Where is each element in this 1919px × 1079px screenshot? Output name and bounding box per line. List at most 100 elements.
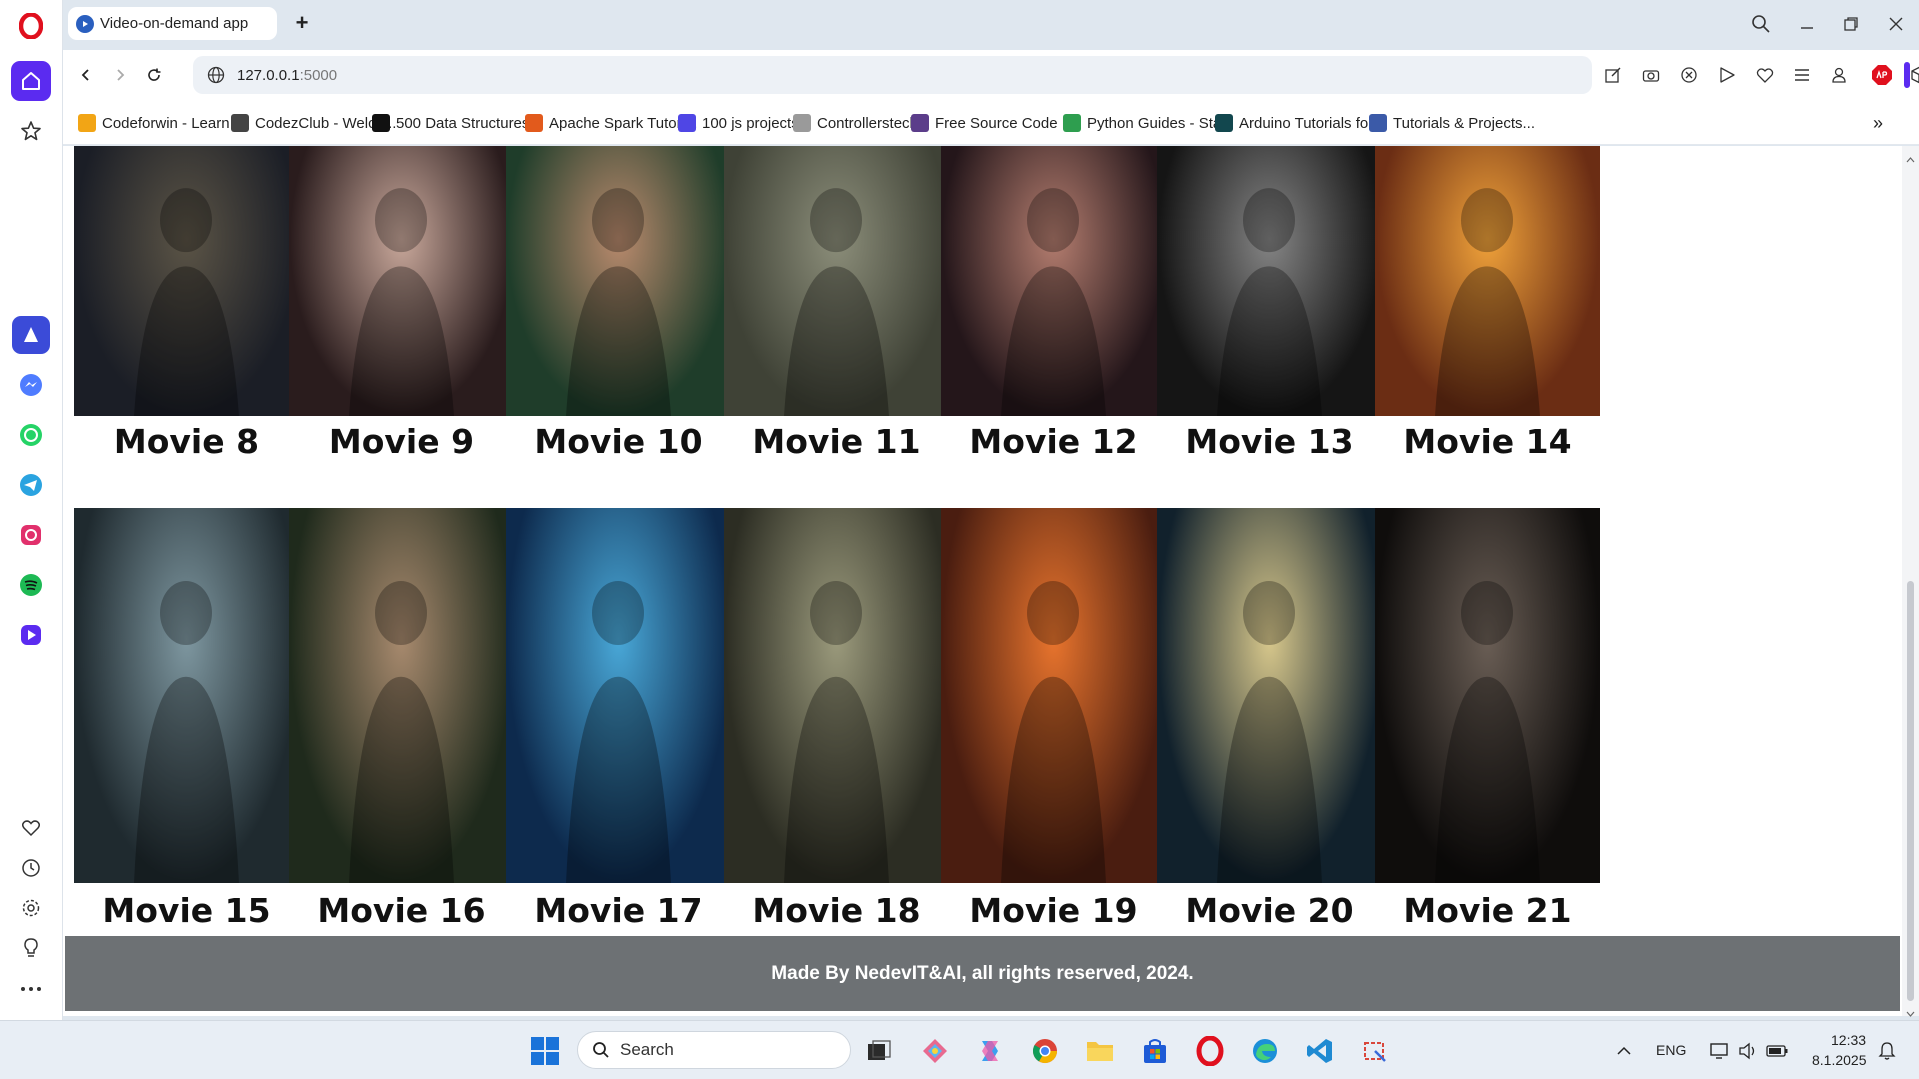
movie-title[interactable]: Movie 13: [1157, 422, 1382, 461]
movie-card[interactable]: Movie 19: [941, 508, 1166, 930]
bookmark-item[interactable]: 100 js projects: [678, 112, 799, 134]
movie-title[interactable]: Movie 17: [506, 891, 731, 930]
battery-icon[interactable]: [1760, 1034, 1794, 1068]
minimize-icon[interactable]: [1792, 10, 1822, 38]
task-view-icon[interactable]: [862, 1034, 896, 1068]
movie-title[interactable]: Movie 12: [941, 422, 1166, 461]
movie-poster[interactable]: [941, 146, 1166, 416]
tracker-blocker-icon[interactable]: [1676, 62, 1702, 88]
movie-card[interactable]: Movie 16: [289, 508, 514, 930]
easy-setup-icon[interactable]: [1789, 62, 1815, 88]
movie-poster[interactable]: [1157, 508, 1382, 883]
show-hidden-icons-icon[interactable]: [1607, 1034, 1641, 1068]
spotify-icon[interactable]: [12, 566, 50, 604]
bookmark-item[interactable]: Apache Spark Tutori...: [525, 112, 697, 134]
tab-search-icon[interactable]: [1746, 10, 1776, 38]
movie-poster[interactable]: [506, 146, 731, 416]
instagram-icon[interactable]: [12, 516, 50, 554]
language-indicator[interactable]: ENG: [1656, 1042, 1686, 1058]
back-arrow-icon[interactable]: [73, 62, 99, 88]
more-options-icon[interactable]: [11, 969, 51, 1009]
movie-card[interactable]: Movie 10: [506, 146, 731, 461]
snipping-tool-icon[interactable]: [1358, 1034, 1392, 1068]
movie-title[interactable]: Movie 19: [941, 891, 1166, 930]
notifications-bell-icon[interactable]: [1870, 1034, 1904, 1068]
microsoft-store-icon[interactable]: [1138, 1034, 1172, 1068]
movie-poster[interactable]: [74, 508, 299, 883]
bookmark-item[interactable]: Controllerstech: [793, 112, 918, 134]
movie-card[interactable]: Movie 17: [506, 508, 731, 930]
movie-title[interactable]: Movie 16: [289, 891, 514, 930]
whatsapp-icon[interactable]: [12, 416, 50, 454]
bookmark-item[interactable]: Arduino Tutorials fo...: [1215, 112, 1381, 134]
movie-poster[interactable]: [1157, 146, 1382, 416]
forward-arrow-icon[interactable]: [107, 62, 133, 88]
movie-title[interactable]: Movie 18: [724, 891, 949, 930]
scrollbar-thumb[interactable]: [1907, 581, 1914, 1001]
bookmark-item[interactable]: 500 Data Structures...: [372, 112, 542, 134]
movie-poster[interactable]: [1375, 146, 1600, 416]
movie-title[interactable]: Movie 9: [289, 422, 514, 461]
movie-poster[interactable]: [941, 508, 1166, 883]
tab-video-on-demand[interactable]: Video-on-demand app: [68, 7, 277, 40]
clock-time[interactable]: 12:33: [1831, 1032, 1866, 1048]
sketch-app-icon[interactable]: [918, 1034, 952, 1068]
movie-poster[interactable]: [724, 508, 949, 883]
edit-snap-icon[interactable]: [1600, 62, 1626, 88]
new-tab-button[interactable]: +: [289, 10, 315, 36]
lightbulb-icon[interactable]: [11, 928, 51, 968]
address-bar[interactable]: 127.0.0.1:5000: [193, 56, 1592, 94]
opera-logo-icon[interactable]: [15, 10, 47, 42]
settings-gear-icon[interactable]: [11, 888, 51, 928]
speed-dial-star-icon[interactable]: [11, 111, 51, 151]
movie-poster[interactable]: [506, 508, 731, 883]
edge-icon[interactable]: [1248, 1034, 1282, 1068]
taskbar-search-box[interactable]: Search: [577, 1031, 851, 1069]
movie-card[interactable]: Movie 8: [74, 146, 299, 461]
chrome-icon[interactable]: [1028, 1034, 1062, 1068]
movie-title[interactable]: Movie 10: [506, 422, 731, 461]
bookmark-heart-icon[interactable]: [1752, 62, 1778, 88]
windows-start-icon[interactable]: [528, 1034, 562, 1068]
send-flow-icon[interactable]: [1714, 62, 1740, 88]
bookmark-item[interactable]: Python Guides - Sta...: [1063, 112, 1234, 134]
movie-card[interactable]: Movie 20: [1157, 508, 1382, 930]
heart-icon[interactable]: [11, 808, 51, 848]
camera-snapshot-icon[interactable]: [1638, 62, 1664, 88]
adblock-plus-icon[interactable]: [1869, 62, 1895, 88]
bookmark-item[interactable]: Codeforwin - Learn...: [78, 112, 242, 134]
movie-title[interactable]: Movie 11: [724, 422, 949, 461]
movie-card[interactable]: Movie 21: [1375, 508, 1600, 930]
movie-title[interactable]: Movie 15: [74, 891, 299, 930]
home-icon[interactable]: [11, 61, 51, 101]
messenger-icon[interactable]: [12, 366, 50, 404]
movie-poster[interactable]: [1375, 508, 1600, 883]
movie-card[interactable]: Movie 9: [289, 146, 514, 461]
vscode-icon[interactable]: [1303, 1034, 1337, 1068]
bookmark-item[interactable]: Free Source Code P...: [911, 112, 1082, 134]
clock-date[interactable]: 8.1.2025: [1812, 1052, 1867, 1068]
movie-title[interactable]: Movie 21: [1375, 891, 1600, 930]
telegram-icon[interactable]: [12, 466, 50, 504]
copilot-icon[interactable]: [973, 1034, 1007, 1068]
close-window-icon[interactable]: [1881, 10, 1911, 38]
movie-poster[interactable]: [724, 146, 949, 416]
restore-icon[interactable]: [1836, 10, 1866, 38]
movie-title[interactable]: Movie 20: [1157, 891, 1382, 930]
player-icon[interactable]: [12, 616, 50, 654]
movie-card[interactable]: Movie 11: [724, 146, 949, 461]
opera-taskbar-icon[interactable]: [1193, 1034, 1227, 1068]
movie-title[interactable]: Movie 8: [74, 422, 299, 461]
bookmarks-overflow-button[interactable]: »: [1873, 112, 1883, 134]
movie-card[interactable]: Movie 18: [724, 508, 949, 930]
file-explorer-icon[interactable]: [1083, 1034, 1117, 1068]
scroll-up-icon[interactable]: [1906, 150, 1915, 168]
movie-card[interactable]: Movie 14: [1375, 146, 1600, 461]
account-icon[interactable]: [1826, 62, 1852, 88]
movie-card[interactable]: Movie 13: [1157, 146, 1382, 461]
movie-poster[interactable]: [289, 508, 514, 883]
reload-icon[interactable]: [141, 62, 167, 88]
history-icon[interactable]: [11, 848, 51, 888]
movie-card[interactable]: Movie 15: [74, 508, 299, 930]
page-scrollbar[interactable]: [1902, 146, 1919, 1017]
